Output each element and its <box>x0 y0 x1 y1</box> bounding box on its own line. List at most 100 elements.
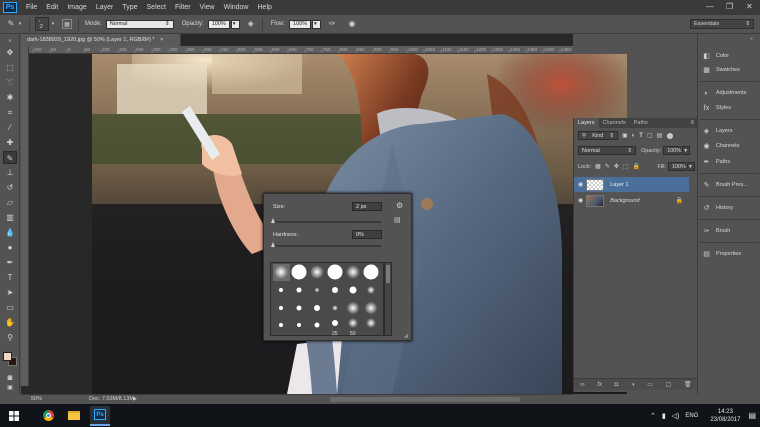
filter-kind-select[interactable]: ⚲ Kind ⇕ <box>578 131 618 140</box>
foreground-color-swatch[interactable] <box>3 352 12 361</box>
lock-all-icon[interactable]: 🔒 <box>633 163 640 170</box>
panel-brush[interactable]: ✑ Brush <box>702 225 760 237</box>
brush-preset[interactable] <box>296 305 302 311</box>
brush-tool-icon[interactable]: ✎ <box>6 19 16 29</box>
brush-preset[interactable] <box>367 286 375 294</box>
filter-shape-icon[interactable]: ▢ <box>647 132 653 139</box>
link-layers-icon[interactable]: ∞ <box>580 382 584 388</box>
brush-preset[interactable] <box>279 323 283 327</box>
panel-styles[interactable]: fx Styles <box>702 102 760 114</box>
panel-brush-presets[interactable]: ✎ Brush Pres... <box>702 179 760 191</box>
panel-paths[interactable]: ✒ Paths <box>702 156 760 168</box>
dodge-tool-icon[interactable]: ● <box>3 241 17 254</box>
brush-preset[interactable] <box>332 305 338 311</box>
filter-pixel-icon[interactable]: ▣ <box>622 132 628 139</box>
chevron-down-icon[interactable]: ▾ <box>50 19 56 29</box>
chevron-right-icon[interactable]: ▶ <box>133 396 137 402</box>
network-icon[interactable]: ▮ <box>662 412 666 420</box>
flow-input[interactable]: 100% <box>289 19 312 29</box>
layer-opacity-toggle[interactable]: ▾ <box>682 146 691 155</box>
clock[interactable]: 14:23 23/08/2017 <box>710 408 740 424</box>
close-tab-icon[interactable]: × <box>160 37 163 43</box>
brush-preset[interactable] <box>332 320 338 326</box>
brush-preset[interactable] <box>364 301 378 315</box>
pen-tool-icon[interactable]: ✒ <box>3 256 17 269</box>
menu-layer[interactable]: Layer <box>96 4 114 11</box>
brush-panel-toggle-icon[interactable]: ▦ <box>62 19 72 29</box>
spot-healing-tool-icon[interactable]: ✚ <box>3 136 17 149</box>
hardness-slider[interactable] <box>273 245 381 247</box>
menu-image[interactable]: Image <box>67 4 86 11</box>
brush-preset-picker[interactable]: • 2 <box>35 17 49 31</box>
gradient-tool-icon[interactable]: ▥ <box>3 211 17 224</box>
tab-channels[interactable]: Channels <box>599 118 630 128</box>
move-tool-icon[interactable]: ✥ <box>3 46 17 59</box>
brush-preset[interactable] <box>332 287 338 293</box>
brush-preset[interactable] <box>314 322 320 328</box>
close-icon[interactable]: ✕ <box>746 2 753 11</box>
brush-preset[interactable] <box>349 286 357 294</box>
layer-style-icon[interactable]: fx <box>597 382 602 388</box>
filter-smart-object-icon[interactable]: ▤ <box>657 132 663 139</box>
zoom-tool-icon[interactable]: ⚲ <box>3 331 17 344</box>
collapse-dock-icon[interactable]: « <box>750 36 753 42</box>
brush-preset[interactable] <box>327 264 343 280</box>
document-info[interactable]: Doc: 7.03M/8.13M <box>89 396 134 402</box>
new-layer-icon[interactable]: ▢ <box>666 381 672 388</box>
horizontal-scrollbar[interactable] <box>330 397 520 402</box>
tool-preset-dropdown-icon[interactable]: ▾ <box>17 19 23 29</box>
maximize-icon[interactable]: ❐ <box>726 2 733 11</box>
blur-tool-icon[interactable]: 💧 <box>3 226 17 239</box>
size-input[interactable]: 2 px <box>352 202 382 211</box>
panel-swatches[interactable]: ▦ Swatches <box>702 64 760 76</box>
fill-input[interactable]: 100% <box>668 162 686 171</box>
brush-preset[interactable] <box>279 306 283 310</box>
screen-mode-icon[interactable]: ▣ <box>3 384 17 393</box>
crop-tool-icon[interactable]: ⌗ <box>3 106 17 119</box>
volume-icon[interactable]: ◁) <box>672 412 680 420</box>
filter-type-icon[interactable]: T <box>639 133 643 139</box>
pressure-opacity-icon[interactable]: ◈ <box>246 19 256 29</box>
menu-file[interactable]: File <box>26 4 37 11</box>
quick-selection-tool-icon[interactable]: ✱ <box>3 91 17 104</box>
language-indicator[interactable]: ENG <box>685 413 698 419</box>
menu-select[interactable]: Select <box>147 4 166 11</box>
panel-properties[interactable]: ▤ Properties <box>702 248 760 260</box>
lock-position-icon[interactable]: ✥ <box>614 163 619 170</box>
new-preset-icon[interactable]: ▤ <box>394 216 401 224</box>
lock-image-icon[interactable]: ✎ <box>605 163 610 170</box>
menu-help[interactable]: Help <box>258 4 272 11</box>
hardness-input[interactable]: 0% <box>352 230 382 239</box>
blend-mode-select[interactable]: Normal ⇕ <box>578 146 636 155</box>
menu-type[interactable]: Type <box>122 4 137 11</box>
mode-select[interactable]: Normal ⇕ <box>105 19 174 29</box>
history-brush-tool-icon[interactable]: ↺ <box>3 181 17 194</box>
trash-icon[interactable]: 🗑 <box>684 381 692 388</box>
opacity-input[interactable]: 100% <box>207 19 230 29</box>
rectangle-tool-icon[interactable]: ▭ <box>3 301 17 314</box>
layer-opacity-input[interactable]: 100% <box>663 146 681 155</box>
panel-adjustments[interactable]: ◐ Adjustments <box>702 87 760 99</box>
brush-preset[interactable] <box>297 323 301 327</box>
eye-icon[interactable]: ◉ <box>578 181 583 188</box>
brush-preset[interactable] <box>363 264 379 280</box>
windows-start-icon[interactable] <box>4 406 24 426</box>
panel-layers[interactable]: ◈ Layers <box>702 125 760 137</box>
size-slider[interactable] <box>273 221 381 223</box>
path-selection-tool-icon[interactable]: ➤ <box>3 286 17 299</box>
opacity-slider-toggle[interactable]: ▾ <box>230 19 240 29</box>
brush-preset[interactable] <box>346 301 360 315</box>
tab-paths[interactable]: Paths <box>630 118 652 128</box>
brush-preset[interactable] <box>314 287 320 293</box>
document-tab[interactable]: dark-1838929_1920.jpg @ 50% (Layer 1, RG… <box>21 34 181 46</box>
minimize-icon[interactable]: — <box>706 2 714 11</box>
filter-toggle-icon[interactable] <box>667 132 674 139</box>
presets-scrollbar[interactable] <box>384 262 392 336</box>
menu-window[interactable]: Window <box>224 4 249 11</box>
new-adjustment-layer-icon[interactable]: ◑ <box>631 382 635 388</box>
gear-icon[interactable]: ⚙ <box>396 201 403 210</box>
menu-view[interactable]: View <box>200 4 215 11</box>
panel-color[interactable]: ◧ Color <box>702 50 760 62</box>
tab-layers[interactable]: Layers <box>574 118 599 128</box>
brush-preset[interactable] <box>279 288 283 292</box>
